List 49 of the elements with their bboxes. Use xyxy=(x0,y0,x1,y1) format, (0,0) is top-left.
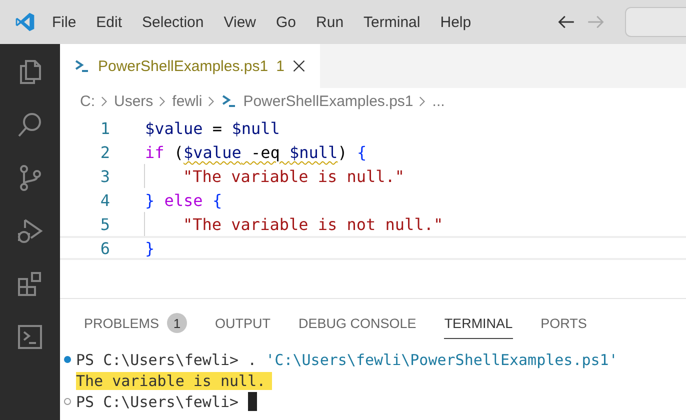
breadcrumb-item[interactable]: Users xyxy=(114,92,154,110)
chevron-icon xyxy=(419,96,426,106)
code-line: } xyxy=(145,238,155,258)
chevron-icon xyxy=(208,96,216,106)
menu-item[interactable]: Go xyxy=(276,14,296,30)
terminal-line: PS C:\Users\fewli> xyxy=(76,392,239,410)
play-bug-icon[interactable] xyxy=(16,217,44,245)
line-number: 4 xyxy=(99,190,110,210)
menu-item[interactable]: File xyxy=(52,14,76,30)
extensions-icon[interactable] xyxy=(16,270,44,298)
line-number: 3 xyxy=(99,166,110,186)
chevron-icon xyxy=(101,96,108,106)
menu-item[interactable]: Edit xyxy=(96,14,122,30)
breadcrumb-item[interactable]: ... xyxy=(432,92,445,110)
panel-tab[interactable]: OUTPUT xyxy=(215,313,271,339)
code-line: "The variable is not null." xyxy=(182,214,444,234)
panel-tab[interactable]: PROBLEMS 1 xyxy=(84,313,188,339)
code-line: $value = $null xyxy=(145,118,280,138)
close-icon[interactable] xyxy=(292,59,306,73)
search-icon[interactable] xyxy=(16,111,44,139)
code-line: if ($value -eq $null) { xyxy=(145,142,367,162)
line-number: 6 xyxy=(99,238,110,258)
code-line: } else { xyxy=(145,190,222,210)
chevron-icon xyxy=(159,96,166,106)
panel-tab[interactable]: TERMINAL xyxy=(444,313,513,339)
line-number: 5 xyxy=(99,214,110,234)
powershell-icon xyxy=(221,93,238,109)
panel-tab[interactable]: DEBUG CONSOLE xyxy=(298,313,416,339)
menu-item[interactable]: Selection xyxy=(142,14,204,30)
menu-item[interactable]: View xyxy=(224,14,256,30)
terminal-icon[interactable] xyxy=(16,323,44,351)
code-line: "The variable is null." xyxy=(182,166,405,186)
menu-item[interactable]: Terminal xyxy=(364,14,420,30)
line-number: 1 xyxy=(99,118,110,138)
terminal-line: PS C:\Users\fewli> . 'C:\Users\fewli\PowerShellExamples.ps1' xyxy=(76,350,618,368)
breadcrumb-item[interactable]: fewli xyxy=(172,92,202,110)
app-logo-icon xyxy=(14,11,36,33)
line-number: 2 xyxy=(99,142,110,162)
menu-item[interactable]: Run xyxy=(316,14,344,30)
editor-tab[interactable]: PowerShellExamples.ps1 1 xyxy=(60,44,320,88)
panel-tab[interactable]: PORTS xyxy=(540,313,587,339)
command-search-field[interactable] xyxy=(625,7,686,37)
count-badge: 1 xyxy=(167,313,188,333)
breadcrumb-item[interactable]: PowerShellExamples.ps1 xyxy=(243,92,414,110)
breadcrumb-item[interactable]: C: xyxy=(80,92,95,110)
menu-item[interactable]: Help xyxy=(440,14,472,30)
terminal-output: The variable is null. xyxy=(76,372,272,390)
back-arrow-icon[interactable] xyxy=(557,13,575,31)
powershell-icon xyxy=(74,58,90,74)
